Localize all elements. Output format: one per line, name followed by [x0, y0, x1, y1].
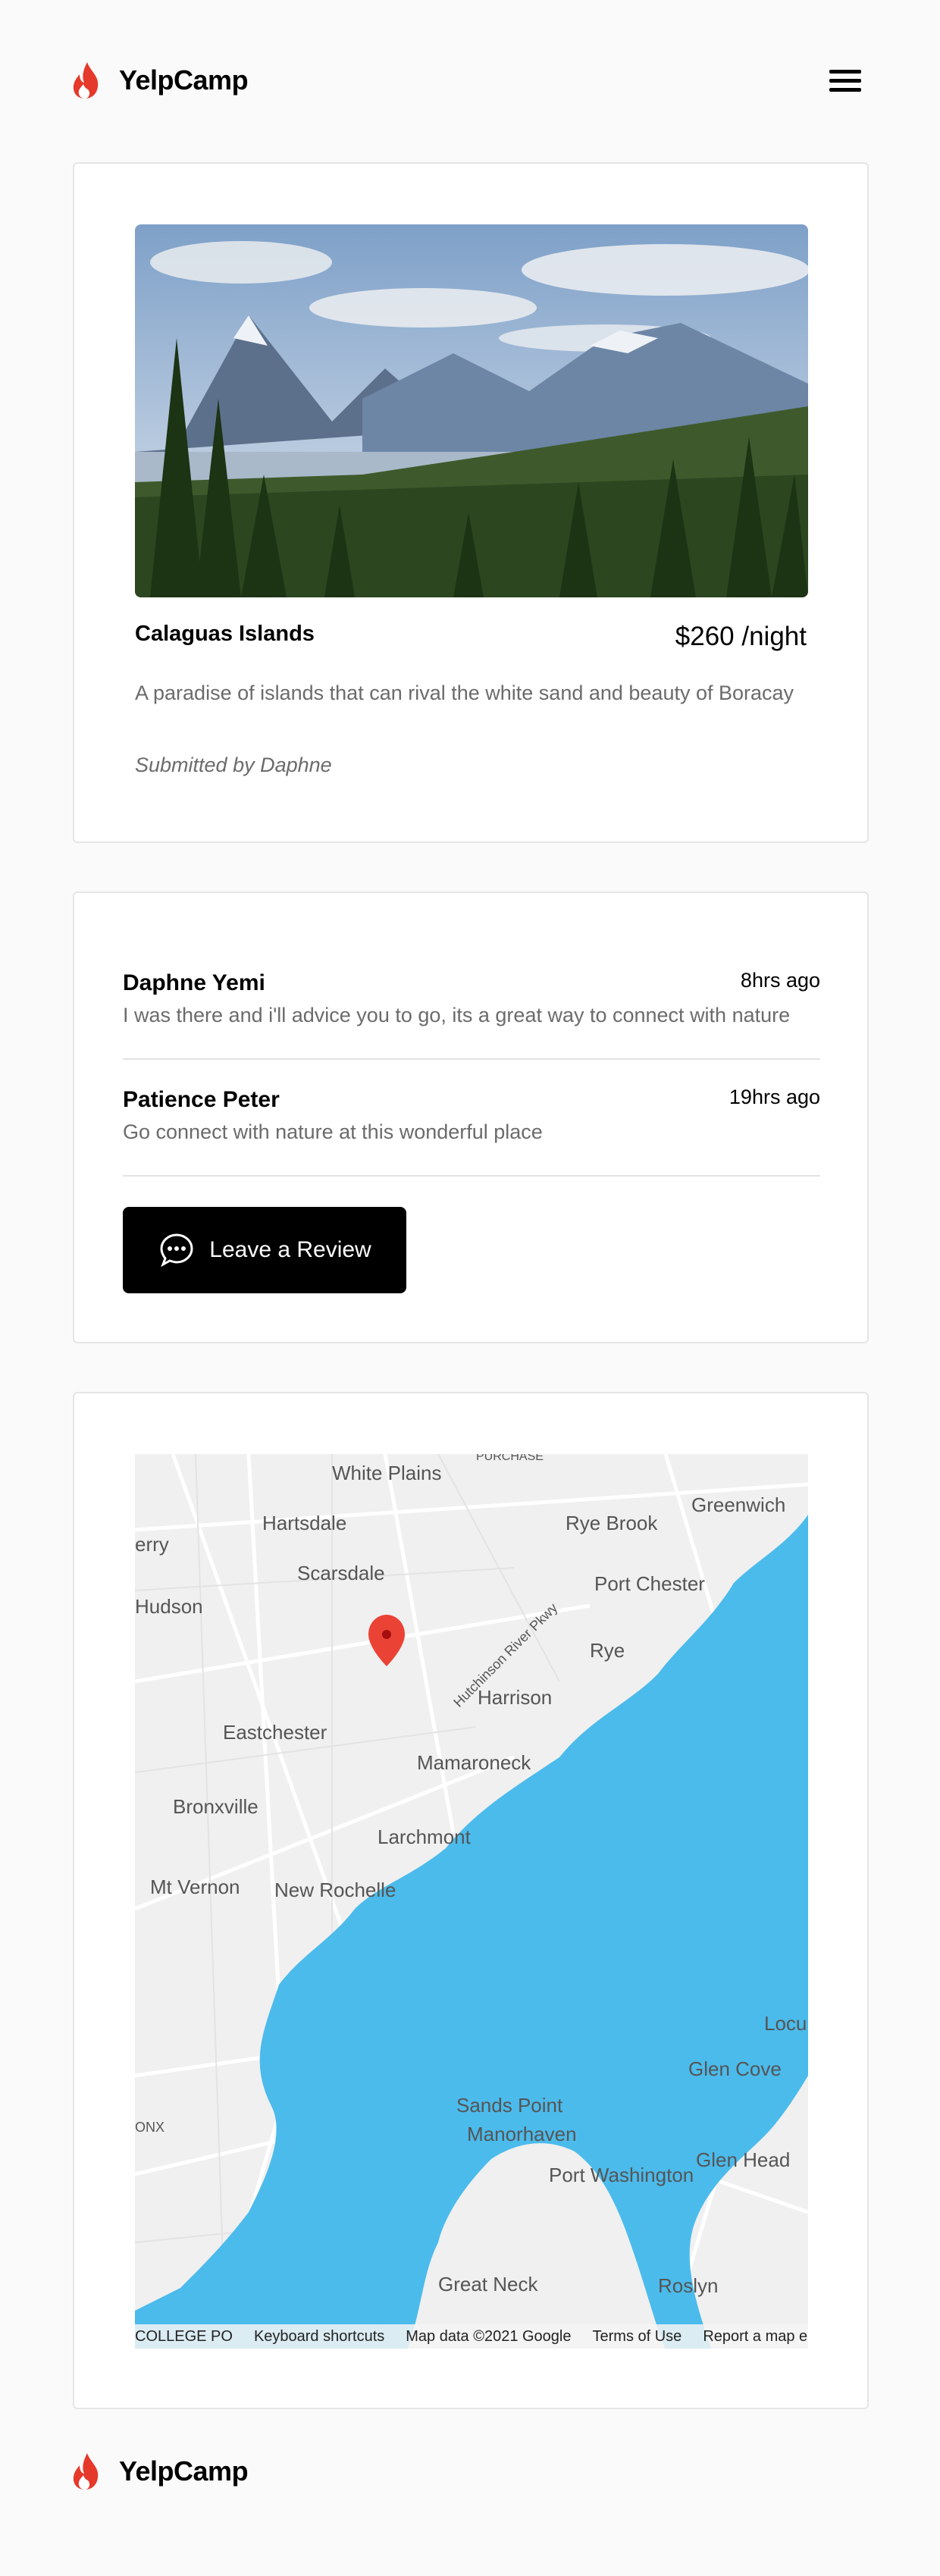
map-label: Port Chester: [594, 1572, 705, 1595]
review-text: Go connect with nature at this wonderful…: [123, 1120, 543, 1143]
map-label: Sands Point: [456, 2094, 563, 2117]
map-label: Harrison: [478, 1686, 552, 1709]
map-label: erry: [135, 1533, 169, 1556]
campground-title: Calaguas Islands: [135, 622, 315, 646]
map-label: Hartsdale: [262, 1512, 346, 1534]
map-label: Scarsdale: [297, 1562, 385, 1584]
campground-image: [135, 224, 808, 597]
map-label: Bronxville: [173, 1795, 258, 1818]
map-label: Greenwich: [691, 1493, 785, 1516]
map-canvas: White Plains Hartsdale Scarsdale Rye Bro…: [135, 1454, 808, 2349]
terms-of-use-link[interactable]: Terms of Use: [593, 2328, 682, 2346]
review-text: I was there and i'll advice you to go, i…: [123, 1004, 791, 1026]
brand-name: YelpCamp: [119, 64, 249, 96]
leave-review-label: Leave a Review: [209, 1237, 371, 1262]
map-label: Eastchester: [223, 1721, 327, 1744]
campground-price: $260 /night: [675, 622, 807, 651]
map-label: Larchmont: [378, 1825, 472, 1848]
map-label: Hudson: [135, 1595, 203, 1618]
reviews-card: Daphne Yemi 8hrs ago I was there and i'l…: [73, 892, 869, 1343]
map-attribution: COLLEGE PO Keyboard shortcuts Map data ©…: [135, 2324, 808, 2349]
footer-brand-logo[interactable]: YelpCamp: [70, 2450, 249, 2493]
flame-icon: [73, 2453, 99, 2490]
map-label: Manorhaven: [467, 2123, 577, 2145]
leave-review-button[interactable]: Leave a Review: [123, 1207, 406, 1293]
map-label: Great Neck: [438, 2273, 538, 2296]
map-label: Port Washington: [549, 2164, 694, 2186]
brand-logo[interactable]: YelpCamp: [70, 59, 249, 102]
flame-icon: [73, 62, 99, 99]
map-card: White Plains Hartsdale Scarsdale Rye Bro…: [73, 1392, 869, 2409]
map-data-label: Map data ©2021 Google: [406, 2327, 572, 2345]
review-item: Patience Peter 19hrs ago Go connect with…: [123, 1086, 820, 1177]
map-label: Rye Brook: [566, 1512, 658, 1534]
map-label: PURCHASE: [476, 1454, 544, 1463]
review-time: 8hrs ago: [740, 969, 820, 992]
review-author: Daphne Yemi: [123, 970, 265, 995]
review-time: 19hrs ago: [728, 1086, 820, 1108]
map-footer-college: COLLEGE PO: [135, 2327, 233, 2345]
campground-description: A paradise of islands that can rival the…: [135, 682, 794, 704]
review-author: Patience Peter: [123, 1087, 280, 1112]
review-item: Daphne Yemi 8hrs ago I was there and i'l…: [123, 969, 820, 1060]
map-label: Glen Cove: [688, 2057, 782, 2080]
map-label: Roslyn: [658, 2274, 718, 2297]
chat-bubble-icon: [160, 1233, 193, 1268]
map-label: Rye: [590, 1639, 625, 1662]
campground-author: Submitted by Daphne: [135, 754, 332, 776]
campground-card: Calaguas Islands $260 /night A paradise …: [73, 162, 869, 843]
map-label: New Rochelle: [274, 1879, 396, 1901]
footer-brand-name: YelpCamp: [119, 2455, 249, 2487]
map-label: Mamaroneck: [417, 1751, 531, 1774]
keyboard-shortcuts-link[interactable]: Keyboard shortcuts: [254, 2328, 384, 2346]
campground-map[interactable]: White Plains Hartsdale Scarsdale Rye Bro…: [135, 1454, 808, 2349]
report-map-error-link[interactable]: Report a map error: [703, 2328, 808, 2346]
map-label: White Plains: [332, 1462, 442, 1484]
map-label: ONX: [135, 2120, 164, 2135]
site-header: YelpCamp: [0, 0, 940, 164]
map-label: Locu: [764, 2012, 807, 2035]
hamburger-menu-icon[interactable]: [829, 70, 861, 94]
map-label: Glen Head: [696, 2148, 790, 2171]
map-label: Mt Vernon: [150, 1876, 240, 1898]
